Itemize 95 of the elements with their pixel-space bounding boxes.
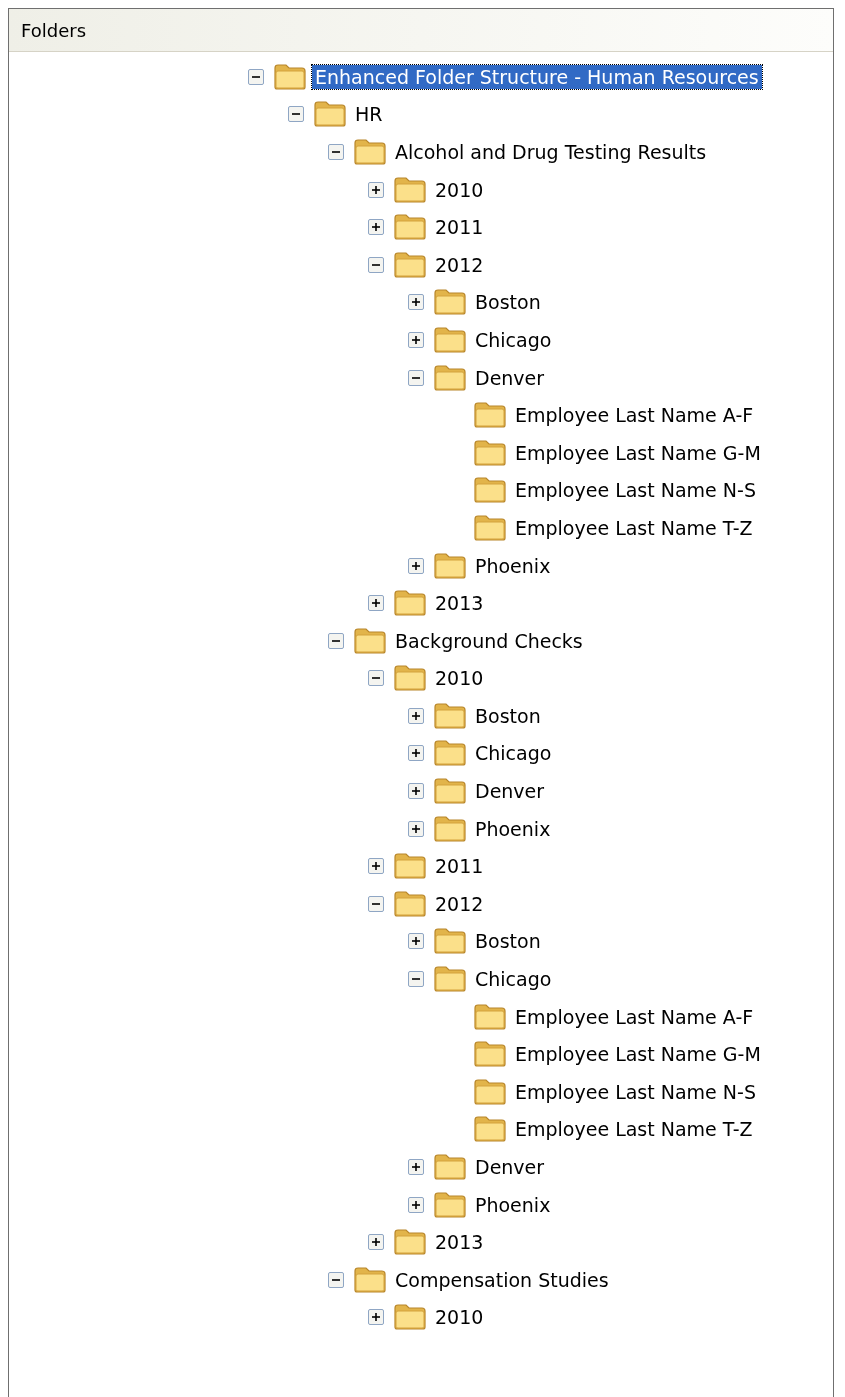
- tree-item[interactable]: Boston: [472, 929, 544, 954]
- tree-item[interactable]: 2013: [432, 591, 487, 616]
- folder-icon: [433, 814, 467, 843]
- folder-icon: [393, 213, 427, 242]
- tree-item[interactable]: Denver: [472, 365, 548, 390]
- tree-item[interactable]: Phoenix: [472, 1192, 554, 1217]
- expand-icon[interactable]: [408, 707, 424, 724]
- folder-icon: [433, 288, 467, 317]
- expand-icon[interactable]: [368, 595, 384, 612]
- tree-item[interactable]: Employee Last Name G-M: [512, 440, 764, 465]
- expand-icon[interactable]: [368, 1234, 384, 1251]
- folder-icon: [393, 1228, 427, 1257]
- tree-item[interactable]: Chicago: [472, 967, 555, 992]
- tree-item[interactable]: 2010: [432, 1305, 487, 1330]
- tree-item[interactable]: Boston: [472, 290, 544, 315]
- expand-icon[interactable]: [368, 219, 384, 236]
- folder-icon: [473, 513, 507, 542]
- expand-icon[interactable]: [368, 858, 384, 875]
- tree-item[interactable]: Employee Last Name A-F: [512, 1004, 757, 1029]
- folder-icon: [393, 589, 427, 618]
- tree-item[interactable]: Employee Last Name N-S: [512, 1079, 759, 1104]
- collapse-icon[interactable]: [248, 68, 264, 85]
- expand-icon[interactable]: [408, 557, 424, 574]
- tree-item[interactable]: 2011: [432, 215, 487, 240]
- folder-icon: [313, 100, 347, 129]
- tree-item[interactable]: Employee Last Name T-Z: [512, 1117, 756, 1142]
- tree-item[interactable]: Phoenix: [472, 553, 554, 578]
- folder-icon: [433, 965, 467, 994]
- folder-icon: [353, 138, 387, 166]
- collapse-icon[interactable]: [368, 256, 384, 273]
- expand-icon[interactable]: [368, 181, 384, 198]
- folder-icon: [433, 739, 467, 768]
- collapse-icon[interactable]: [368, 895, 384, 912]
- folder-icon: [433, 777, 467, 806]
- tree-item[interactable]: Employee Last Name N-S: [512, 478, 759, 503]
- tree-item[interactable]: Employee Last Name G-M: [512, 1042, 764, 1067]
- tree-item[interactable]: 2013: [432, 1230, 487, 1255]
- tree-item[interactable]: Phoenix: [472, 816, 554, 841]
- collapse-icon[interactable]: [368, 670, 384, 687]
- collapse-icon[interactable]: [408, 369, 424, 386]
- expand-icon[interactable]: [408, 1196, 424, 1213]
- expand-icon[interactable]: [408, 820, 424, 837]
- expand-icon[interactable]: [368, 1309, 384, 1326]
- folder-icon: [433, 927, 467, 956]
- tree-item[interactable]: Denver: [472, 1155, 548, 1179]
- folder-icon: [393, 175, 427, 204]
- folder-icon: [393, 250, 427, 279]
- tree-item[interactable]: Boston: [472, 703, 544, 728]
- expand-icon[interactable]: [408, 1159, 424, 1175]
- collapse-icon[interactable]: [328, 632, 344, 649]
- tree-item[interactable]: Alcohol and Drug Testing Results: [392, 140, 710, 164]
- tree-item[interactable]: Employee Last Name T-Z: [512, 515, 756, 540]
- folder-icon: [393, 852, 427, 881]
- folder-icon: [393, 1303, 427, 1332]
- expand-icon[interactable]: [408, 783, 424, 800]
- folder-icon: [473, 1040, 507, 1069]
- folder-icon: [473, 401, 507, 430]
- tree-item[interactable]: 2010: [432, 666, 487, 691]
- folder-icon: [473, 476, 507, 505]
- tree-item[interactable]: 2012: [432, 891, 487, 916]
- folder-icon: [473, 1077, 507, 1106]
- folder-icon: [353, 626, 387, 655]
- tree-item[interactable]: Compensation Studies: [392, 1267, 612, 1292]
- tree-item[interactable]: 2010: [432, 177, 487, 202]
- collapse-icon[interactable]: [288, 106, 304, 123]
- tree-item[interactable]: 2011: [432, 854, 487, 879]
- tree-item[interactable]: HR: [352, 102, 386, 127]
- tree-item[interactable]: Chicago: [472, 327, 555, 352]
- tree-item[interactable]: Enhanced Folder Structure - Human Resources: [312, 64, 762, 89]
- folder-icon: [353, 1265, 387, 1294]
- folder-icon: [433, 363, 467, 392]
- expand-icon[interactable]: [408, 331, 424, 348]
- folder-icon: [473, 438, 507, 467]
- folder-icon: [433, 551, 467, 580]
- tree-item[interactable]: Chicago: [472, 741, 555, 766]
- folder-icon: [473, 1115, 507, 1144]
- expand-icon[interactable]: [408, 745, 424, 762]
- expand-icon[interactable]: [408, 294, 424, 311]
- folder-icon: [273, 62, 307, 91]
- folder-icon: [433, 1153, 467, 1181]
- collapse-icon[interactable]: [328, 144, 344, 160]
- folder-icon: [473, 1002, 507, 1031]
- tree-item[interactable]: Denver: [472, 779, 548, 804]
- expand-icon[interactable]: [408, 933, 424, 950]
- tree-item[interactable]: 2012: [432, 252, 487, 277]
- tree-item[interactable]: Employee Last Name A-F: [512, 403, 757, 428]
- folder-icon: [393, 889, 427, 918]
- collapse-icon[interactable]: [408, 971, 424, 988]
- tree-item[interactable]: Background Checks: [392, 628, 586, 653]
- panel-title: Folders: [9, 9, 833, 52]
- collapse-icon[interactable]: [328, 1271, 344, 1288]
- folder-icon: [433, 325, 467, 354]
- folder-icon: [433, 1190, 467, 1219]
- folder-icon: [433, 701, 467, 730]
- folder-icon: [393, 664, 427, 693]
